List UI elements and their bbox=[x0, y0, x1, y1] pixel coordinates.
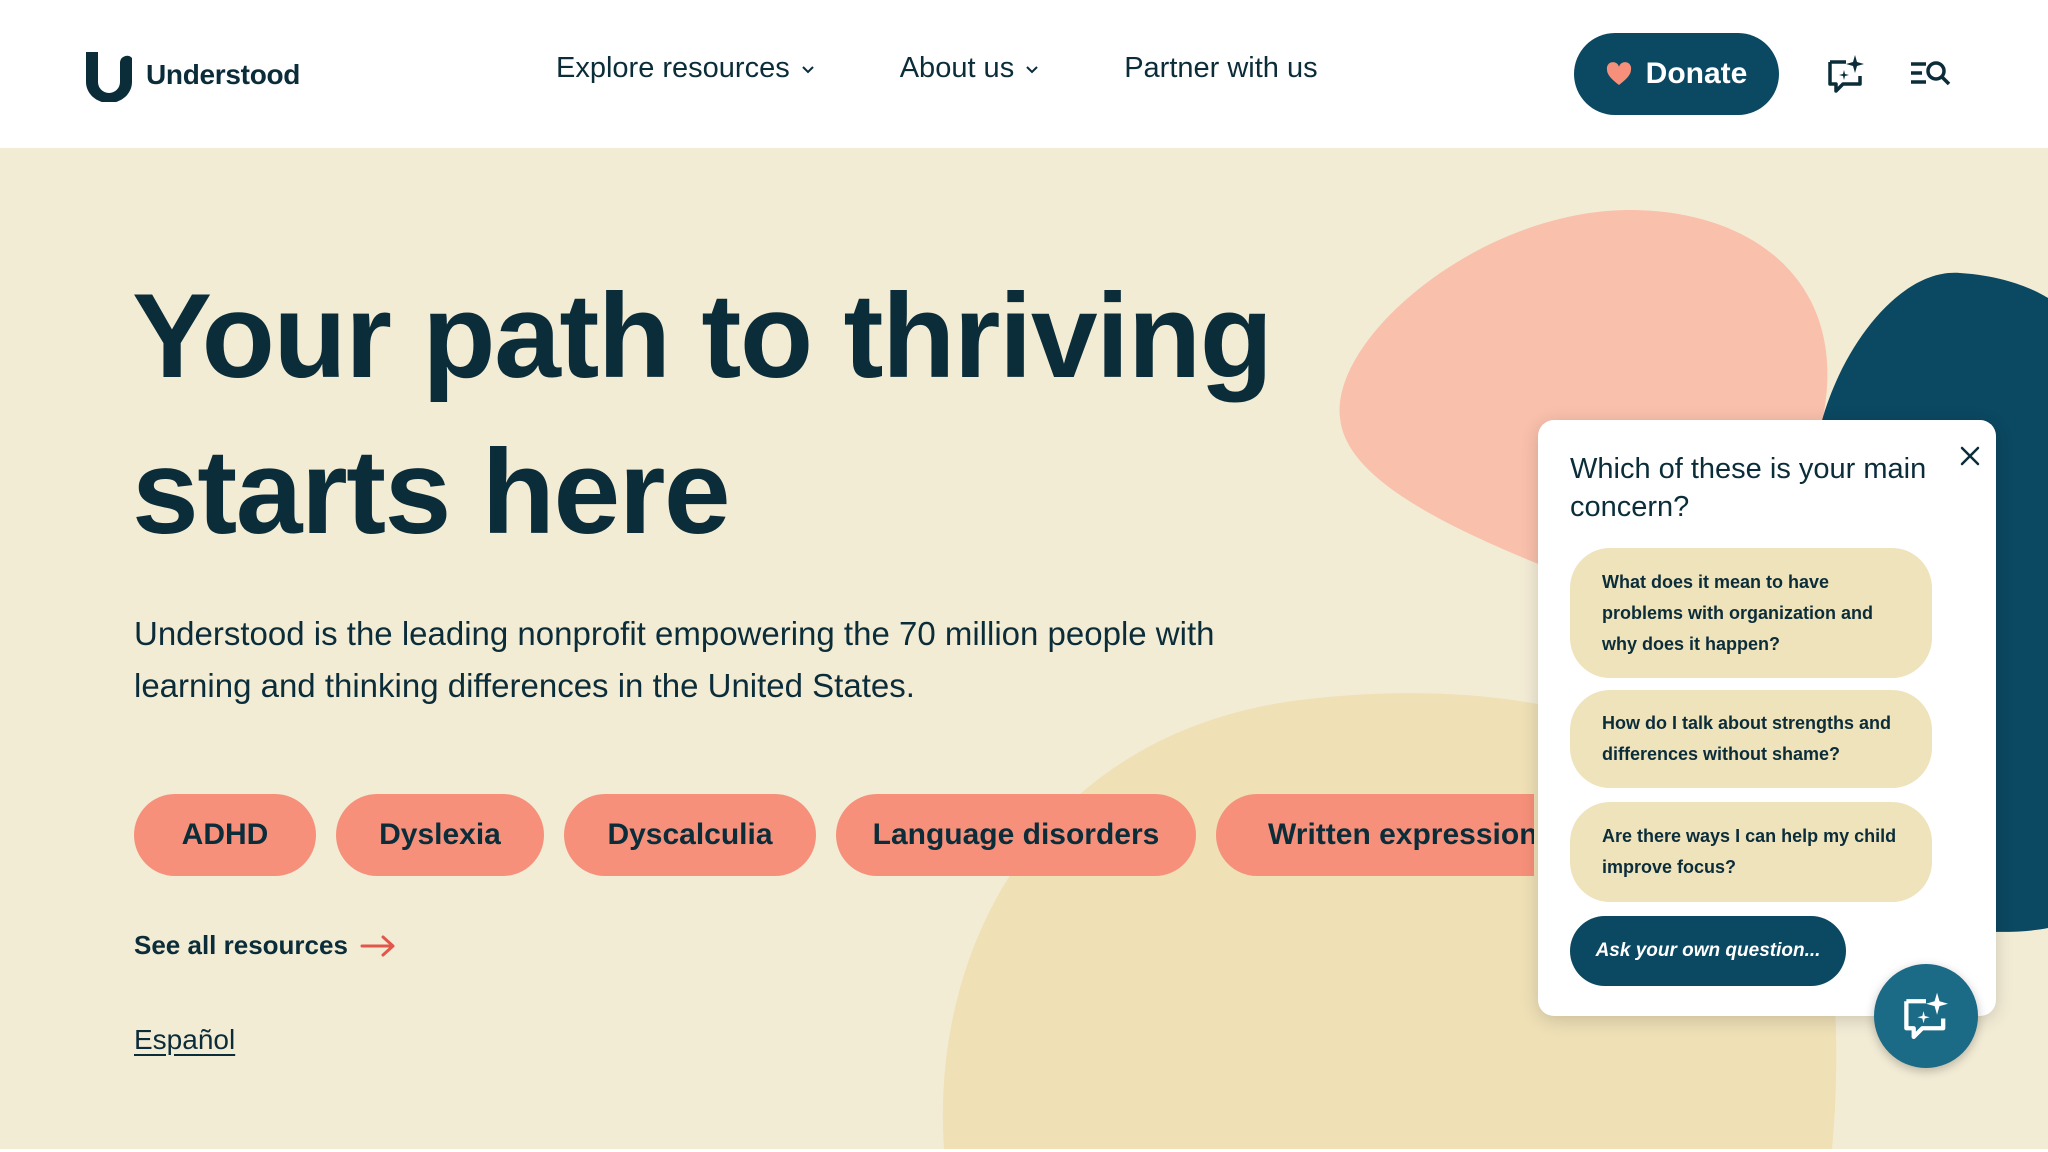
chat-sparkle-icon bbox=[1828, 55, 1864, 93]
donate-button[interactable]: Donate bbox=[1574, 33, 1779, 115]
chip-dyslexia[interactable]: Dyslexia bbox=[336, 794, 544, 876]
arrow-right-icon bbox=[360, 935, 395, 956]
chip-written-expression[interactable]: Written expression disorder bbox=[1216, 794, 1534, 876]
nav-about-us[interactable]: About us bbox=[900, 52, 1040, 85]
chat-question: Which of these is your main concern? bbox=[1570, 453, 1927, 523]
nav-label: Explore resources bbox=[556, 52, 790, 84]
logo-text: Understood bbox=[146, 59, 301, 90]
heart-icon bbox=[1606, 62, 1631, 85]
logo[interactable]: Understood bbox=[82, 48, 300, 102]
site-header: Understood Explore resources About us Pa… bbox=[0, 0, 2048, 148]
close-icon bbox=[1960, 446, 1980, 466]
menu-search-button[interactable] bbox=[1908, 52, 1952, 96]
ask-own-question-button[interactable]: Ask your own question... bbox=[1570, 916, 1846, 986]
suggestion-focus[interactable]: Are there ways I can help my child impro… bbox=[1570, 802, 1932, 902]
ai-chat-button[interactable] bbox=[1824, 52, 1868, 96]
chevron-down-icon bbox=[1026, 65, 1038, 73]
suggestion-organization[interactable]: What does it mean to have problems with … bbox=[1570, 548, 1932, 678]
hero-heading: Your path to thriving starts here bbox=[132, 269, 1273, 559]
espanol-link[interactable]: Español bbox=[134, 1024, 235, 1056]
menu-search-icon bbox=[1911, 61, 1951, 86]
donate-label: Donate bbox=[1645, 57, 1748, 90]
close-button[interactable] bbox=[1956, 442, 1984, 470]
see-all-label: See all resources bbox=[134, 930, 348, 960]
see-all-resources-link[interactable]: See all resources bbox=[134, 930, 396, 961]
topic-chips: ADHD Dyslexia Dyscalculia Language disor… bbox=[134, 794, 1534, 878]
nav-explore-resources[interactable]: Explore resources bbox=[556, 52, 816, 85]
main-nav: Explore resources About us Partner with … bbox=[556, 52, 1318, 85]
suggestion-strengths[interactable]: How do I talk about strengths and differ… bbox=[1570, 690, 1932, 788]
chat-fab-button[interactable] bbox=[1874, 964, 1978, 1068]
chip-dyscalculia[interactable]: Dyscalculia bbox=[564, 794, 816, 876]
hero-intro: Understood is the leading nonprofit empo… bbox=[134, 615, 1215, 704]
nav-partner-with-us[interactable]: Partner with us bbox=[1124, 52, 1317, 85]
chat-prompt-panel: Which of these is your main concern? Wha… bbox=[1538, 420, 1996, 1016]
understood-logo-icon bbox=[86, 52, 132, 102]
chat-sparkle-icon bbox=[1904, 992, 1949, 1040]
chip-language-disorders[interactable]: Language disorders bbox=[836, 794, 1196, 876]
chip-adhd[interactable]: ADHD bbox=[134, 794, 316, 876]
chevron-down-icon bbox=[802, 65, 814, 73]
nav-label: Partner with us bbox=[1124, 52, 1318, 84]
nav-label: About us bbox=[899, 52, 1015, 84]
